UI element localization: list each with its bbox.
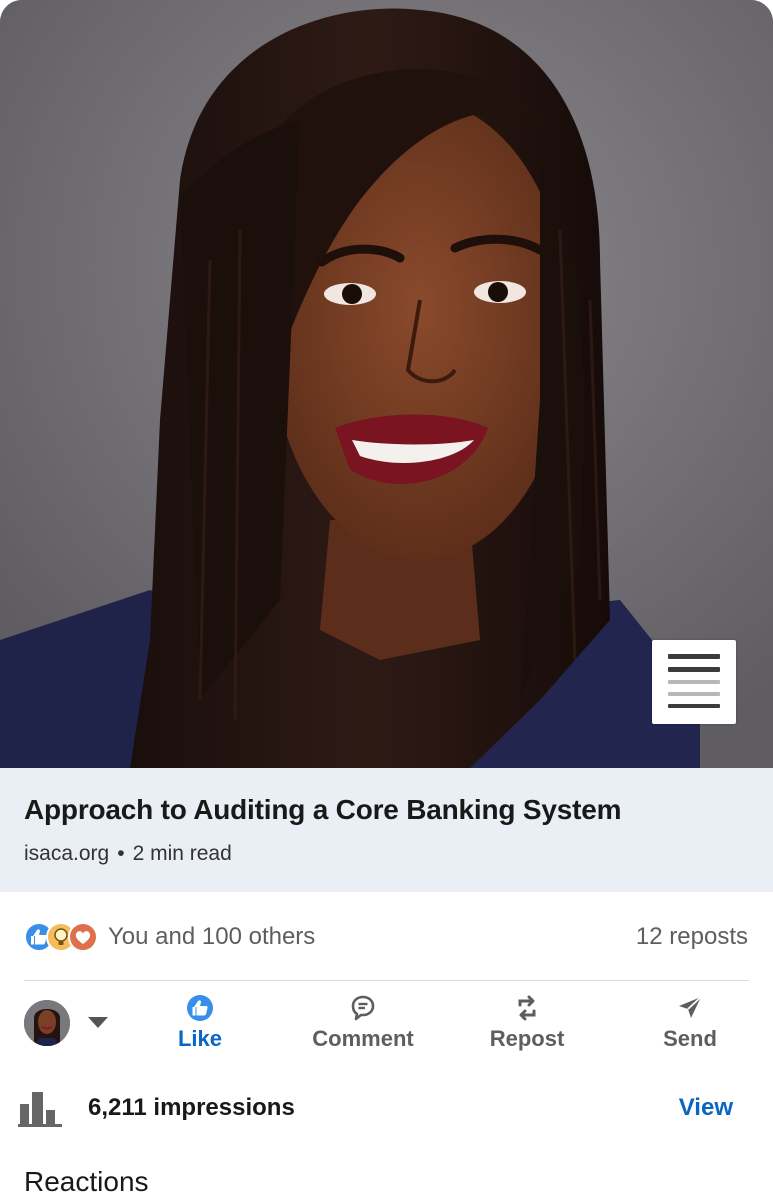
link-preview-card[interactable]: Approach to Auditing a Core Banking Syst…: [0, 768, 773, 892]
chevron-down-icon[interactable]: [88, 1017, 108, 1028]
avatar[interactable]: [24, 1000, 70, 1046]
repost-button[interactable]: Repost: [481, 994, 573, 1052]
comment-icon: [351, 995, 375, 1021]
comment-button[interactable]: Comment: [303, 994, 423, 1052]
love-icon: [68, 922, 98, 952]
article-source: isaca.org: [24, 842, 110, 865]
meta-separator: •: [117, 842, 125, 865]
reactions-heading: Reactions: [24, 1166, 149, 1197]
comment-label: Comment: [312, 1026, 414, 1051]
reactors-count[interactable]: You and 100 others: [108, 923, 315, 951]
repost-icon: [518, 995, 536, 1021]
view-analytics-link[interactable]: View: [679, 1094, 733, 1122]
article-meta: isaca.org • 2 min read: [24, 842, 232, 866]
thumbs-up-icon: [187, 995, 213, 1021]
like-button[interactable]: Like: [170, 994, 230, 1052]
reposts-count[interactable]: 12 reposts: [636, 923, 748, 951]
send-label: Send: [663, 1026, 717, 1051]
divider: [24, 980, 749, 981]
reaction-icons[interactable]: [24, 922, 98, 952]
analytics-bar-chart-icon: [18, 1092, 62, 1127]
impressions-count: 6,211 impressions: [88, 1094, 295, 1121]
impressions-row: 6,211 impressions View: [0, 1080, 773, 1140]
social-counts-bar: You and 100 others 12 reposts: [0, 892, 773, 982]
action-bar: Like Comment Repost Send: [0, 982, 773, 1062]
send-icon: [679, 996, 702, 1018]
article-image[interactable]: [0, 0, 773, 768]
repost-label: Repost: [489, 1026, 565, 1051]
like-label: Like: [177, 1026, 223, 1051]
document-lines-icon: [652, 640, 736, 724]
send-button[interactable]: Send: [655, 994, 725, 1052]
read-time: 2 min read: [132, 842, 232, 865]
article-title[interactable]: Approach to Auditing a Core Banking Syst…: [24, 794, 621, 826]
